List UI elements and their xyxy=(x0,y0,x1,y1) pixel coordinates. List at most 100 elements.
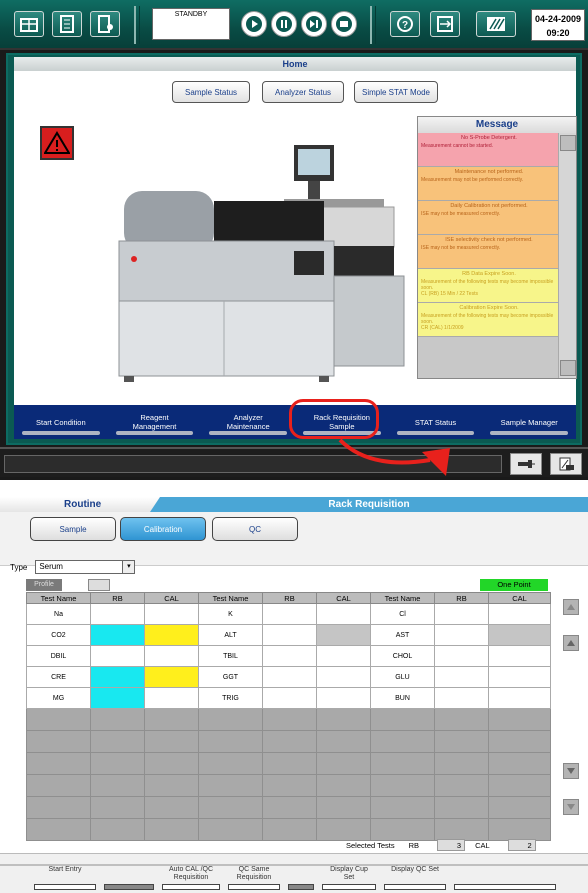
rb-cell[interactable] xyxy=(262,645,317,667)
cal-cell[interactable] xyxy=(488,603,551,625)
list-icon[interactable] xyxy=(52,11,82,37)
blank-function-button[interactable] xyxy=(284,866,318,892)
cal-cell[interactable] xyxy=(316,666,371,688)
test-name-cell[interactable]: TBIL xyxy=(198,645,263,667)
message-item[interactable]: Maintenance not performed. Measurement ma… xyxy=(418,167,560,201)
tab-sample[interactable]: Sample xyxy=(30,517,116,541)
empty-row xyxy=(26,774,551,797)
rb-cell[interactable] xyxy=(262,624,317,646)
test-name-cell[interactable]: BUN xyxy=(370,687,435,709)
cal-cell[interactable] xyxy=(144,666,199,688)
scroll-up-icon[interactable] xyxy=(560,135,576,151)
test-name-cell[interactable]: CO2 xyxy=(26,624,91,646)
rb-cell[interactable] xyxy=(434,603,489,625)
test-name-cell[interactable]: AST xyxy=(370,624,435,646)
scroll-up-icon[interactable] xyxy=(563,635,579,651)
profile-button[interactable]: Profile xyxy=(26,579,62,591)
message-item[interactable]: Calibration Expire Soon. Measurement of t… xyxy=(418,303,560,337)
type-select[interactable]: Serum ▾ xyxy=(35,560,136,574)
fbtn-line1: Display Cup xyxy=(330,866,368,873)
rb-cell[interactable] xyxy=(434,645,489,667)
grid-column-header: Test Name xyxy=(26,592,91,604)
blank-function-button[interactable] xyxy=(450,866,560,892)
nav-reagent-management[interactable]: Reagent Management xyxy=(108,405,202,439)
start-entry-button[interactable]: Start Entry xyxy=(30,866,100,892)
warning-icon[interactable] xyxy=(40,126,74,160)
rb-cell[interactable] xyxy=(262,687,317,709)
test-name-cell[interactable]: ALT xyxy=(198,624,263,646)
help-icon[interactable]: ? xyxy=(390,11,420,37)
qc-same-requisition-button[interactable]: QC Same Requisition xyxy=(224,866,284,892)
display-qc-set-button[interactable]: Display QC Set xyxy=(380,866,450,892)
message-item[interactable]: RB Data Expire Soon. Measurement of the f… xyxy=(418,269,560,303)
exchange-icon[interactable] xyxy=(430,11,460,37)
cal-cell[interactable] xyxy=(488,687,551,709)
sample-status-button[interactable]: Sample Status xyxy=(172,81,250,103)
rb-cell[interactable] xyxy=(434,666,489,688)
message-scrollbar[interactable] xyxy=(558,133,576,378)
fbtn-pill xyxy=(34,884,96,890)
rb-cell[interactable] xyxy=(90,624,145,646)
stop-button[interactable] xyxy=(331,11,357,37)
message-item[interactable]: Daily Calibration not performed. ISE may … xyxy=(418,201,560,235)
test-name-cell[interactable]: Cl xyxy=(370,603,435,625)
cal-cell[interactable] xyxy=(316,603,371,625)
nav-start-condition[interactable]: Start Condition xyxy=(14,405,108,439)
printer-report-icon[interactable] xyxy=(550,453,582,475)
report-icon[interactable] xyxy=(476,11,516,37)
document-user-icon[interactable] xyxy=(90,11,120,37)
pipette-icon[interactable] xyxy=(510,453,542,475)
cal-cell[interactable] xyxy=(144,687,199,709)
profile-field[interactable] xyxy=(88,579,110,591)
simple-stat-mode-button[interactable]: Simple STAT Mode xyxy=(354,81,438,103)
scroll-down-icon[interactable] xyxy=(560,360,576,376)
rb-cell[interactable] xyxy=(90,666,145,688)
sampling-stop-button[interactable] xyxy=(301,11,327,37)
cal-cell[interactable] xyxy=(144,624,199,646)
message-item-detail: ISE may not be measured correctly. xyxy=(421,211,501,217)
test-name-cell[interactable]: CHOL xyxy=(370,645,435,667)
rb-cell[interactable] xyxy=(434,624,489,646)
pause-button[interactable] xyxy=(271,11,297,37)
message-item[interactable]: ISE selectivity check not performed. ISE … xyxy=(418,235,560,269)
rb-cell[interactable] xyxy=(90,687,145,709)
scroll-bottom-icon[interactable] xyxy=(563,799,579,815)
message-item[interactable]: No S-Probe Detergent. Measurement cannot … xyxy=(418,133,560,167)
tab-calibration[interactable]: Calibration xyxy=(120,517,206,541)
cal-cell[interactable] xyxy=(144,603,199,625)
start-button[interactable] xyxy=(241,11,267,37)
cal-cell[interactable] xyxy=(488,624,551,646)
cal-cell[interactable] xyxy=(488,645,551,667)
test-name-cell[interactable]: TRIG xyxy=(198,687,263,709)
cal-cell[interactable] xyxy=(316,624,371,646)
cal-cell[interactable] xyxy=(144,645,199,667)
test-name-cell[interactable]: MG xyxy=(26,687,91,709)
test-name-cell[interactable]: Na xyxy=(26,603,91,625)
rb-cell[interactable] xyxy=(262,666,317,688)
nav-sample-manager[interactable]: Sample Manager xyxy=(482,405,576,439)
tab-qc[interactable]: QC xyxy=(212,517,298,541)
home-menu-icon[interactable] xyxy=(14,11,44,37)
chevron-down-icon[interactable]: ▾ xyxy=(122,561,135,573)
test-name-cell[interactable]: GLU xyxy=(370,666,435,688)
cal-cell[interactable] xyxy=(488,666,551,688)
blank-function-button[interactable] xyxy=(100,866,158,892)
rb-cell[interactable] xyxy=(262,603,317,625)
test-name-cell[interactable]: DBIL xyxy=(26,645,91,667)
rb-cell[interactable] xyxy=(90,603,145,625)
test-name-cell[interactable]: CRE xyxy=(26,666,91,688)
scroll-down-icon[interactable] xyxy=(563,763,579,779)
type-select-value: Serum xyxy=(39,562,63,571)
display-cup-set-button[interactable]: Display Cup Set xyxy=(318,866,380,892)
rb-cell[interactable] xyxy=(434,687,489,709)
scroll-top-icon[interactable] xyxy=(563,599,579,615)
auto-cal-qc-requisition-button[interactable]: Auto CAL /QC Requisition xyxy=(158,866,224,892)
cal-cell[interactable] xyxy=(316,687,371,709)
analyzer-status-button[interactable]: Analyzer Status xyxy=(262,81,344,103)
empty-row xyxy=(26,818,551,841)
nav-analyzer-maintenance[interactable]: Analyzer Maintenance xyxy=(201,405,295,439)
cal-cell[interactable] xyxy=(316,645,371,667)
test-name-cell[interactable]: K xyxy=(198,603,263,625)
test-name-cell[interactable]: GGT xyxy=(198,666,263,688)
rb-cell[interactable] xyxy=(90,645,145,667)
